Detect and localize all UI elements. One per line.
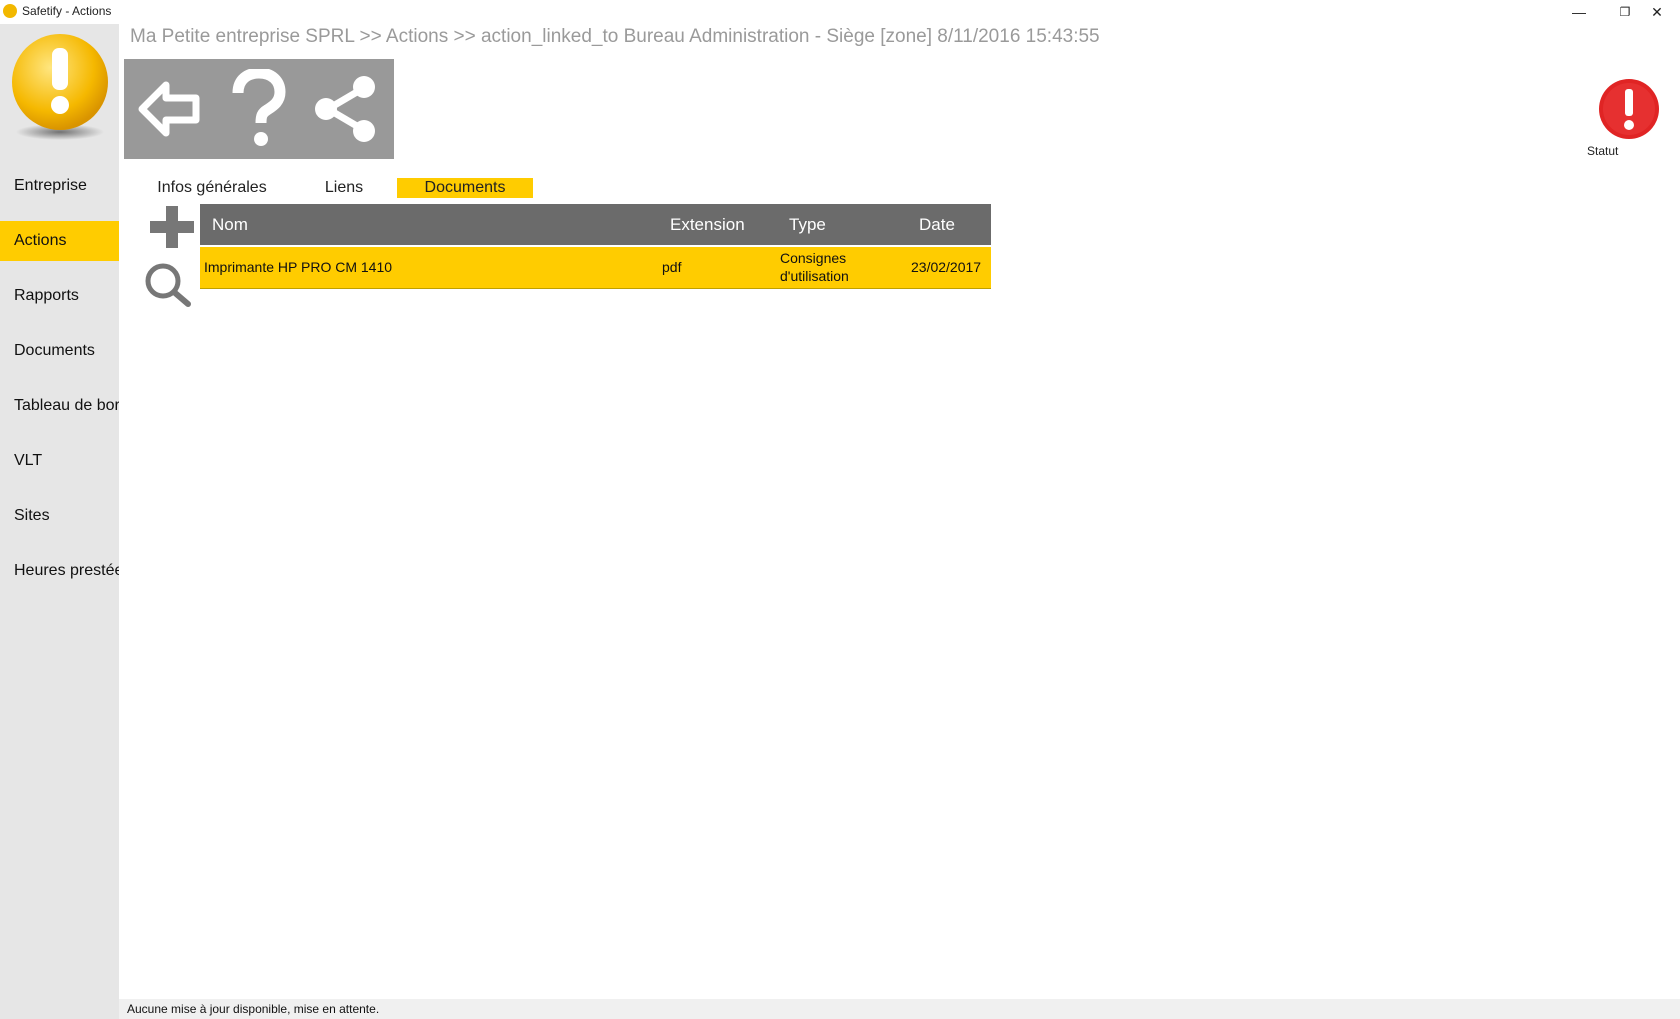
column-header-date[interactable]: Date [919,215,955,235]
cell-extension: pdf [662,259,682,275]
back-button[interactable] [128,67,212,151]
help-icon [232,69,286,146]
minimize-button[interactable]: — [1556,0,1602,24]
sidebar-item-actions[interactable]: Actions [0,221,119,261]
sidebar-item-documents[interactable]: Documents [0,331,119,371]
tab-documents[interactable]: Documents [397,178,533,198]
status-bar-text: Aucune mise à jour disponible, mise en a… [127,1002,380,1016]
share-icon [315,76,375,142]
column-header-nom[interactable]: Nom [212,215,248,235]
column-header-extension[interactable]: Extension [670,215,745,235]
share-button[interactable] [304,67,388,151]
column-header-type[interactable]: Type [789,215,826,235]
add-icon[interactable] [148,204,196,250]
help-button[interactable] [216,67,300,151]
tab-infos-generales[interactable]: Infos générales [150,178,274,198]
tab-liens[interactable]: Liens [318,178,370,198]
search-icon[interactable] [143,261,193,307]
sidebar-item-vlt[interactable]: VLT [0,441,119,481]
sidebar-item-tableau-de-bord[interactable]: Tableau de bord [0,386,119,426]
cell-nom: Imprimante HP PRO CM 1410 [204,259,393,275]
status-label: Statut [1587,144,1619,158]
toolbar [124,59,394,159]
cell-type-line1: Consignes [780,250,847,266]
safetify-logo-icon [12,34,108,140]
app-icon [3,4,17,18]
back-arrow-icon [138,81,200,137]
sidebar-item-rapports[interactable]: Rapports [0,276,119,316]
status-alert-icon[interactable] [1598,78,1660,140]
sidebar-item-sites[interactable]: Sites [0,496,119,536]
title-bar: Safetify - Actions — ❐ ✕ [0,0,1680,24]
table-header: Nom Extension Type Date [200,204,991,245]
status-bar: Aucune mise à jour disponible, mise en a… [119,999,1680,1019]
table-row[interactable]: Imprimante HP PRO CM 1410 pdf Consignes … [200,245,991,289]
cell-date: 23/02/2017 [911,259,982,275]
sidebar: Entreprise Actions Rapports Documents Ta… [0,24,119,1019]
close-button[interactable]: ✕ [1634,0,1680,24]
cell-type-line2: d'utilisation [780,268,849,284]
sidebar-item-heures-prestees[interactable]: Heures prestées [0,551,119,591]
breadcrumb: Ma Petite entreprise SPRL >> Actions >> … [130,26,1100,47]
sidebar-item-entreprise[interactable]: Entreprise [0,166,119,206]
window-title: Safetify - Actions [22,4,112,18]
documents-table: Nom Extension Type Date Imprimante HP PR… [200,204,991,289]
